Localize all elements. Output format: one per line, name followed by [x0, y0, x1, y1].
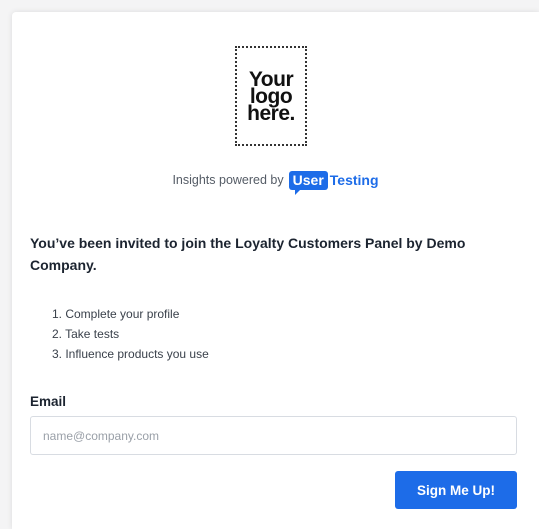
invite-headline: You’ve been invited to join the Loyalty … [30, 235, 466, 273]
powered-by-text: Insights powered by [172, 173, 284, 187]
logo-placeholder-text: Your logo here. [241, 69, 301, 125]
logo-placeholder: Your logo here. [235, 46, 307, 146]
signup-card: Your logo here. Insights powered by User… [12, 12, 539, 529]
email-field[interactable] [30, 416, 517, 455]
email-label: Email [30, 394, 67, 409]
powered-by: Insights powered by User Testing [12, 168, 539, 195]
usertesting-logo: User Testing [288, 170, 379, 195]
usertesting-logo-user: User [288, 170, 328, 195]
logo-line-3: here. [247, 101, 295, 125]
sign-up-button[interactable]: Sign Me Up! [395, 471, 517, 509]
steps-list: 1. Complete your profile 2. Take tests 3… [52, 304, 209, 364]
list-item: 1. Complete your profile [52, 307, 180, 321]
list-item: 2. Take tests [52, 327, 120, 341]
usertesting-logo-testing: Testing [329, 172, 379, 188]
list-item: 3. Influence products you use [52, 347, 209, 361]
